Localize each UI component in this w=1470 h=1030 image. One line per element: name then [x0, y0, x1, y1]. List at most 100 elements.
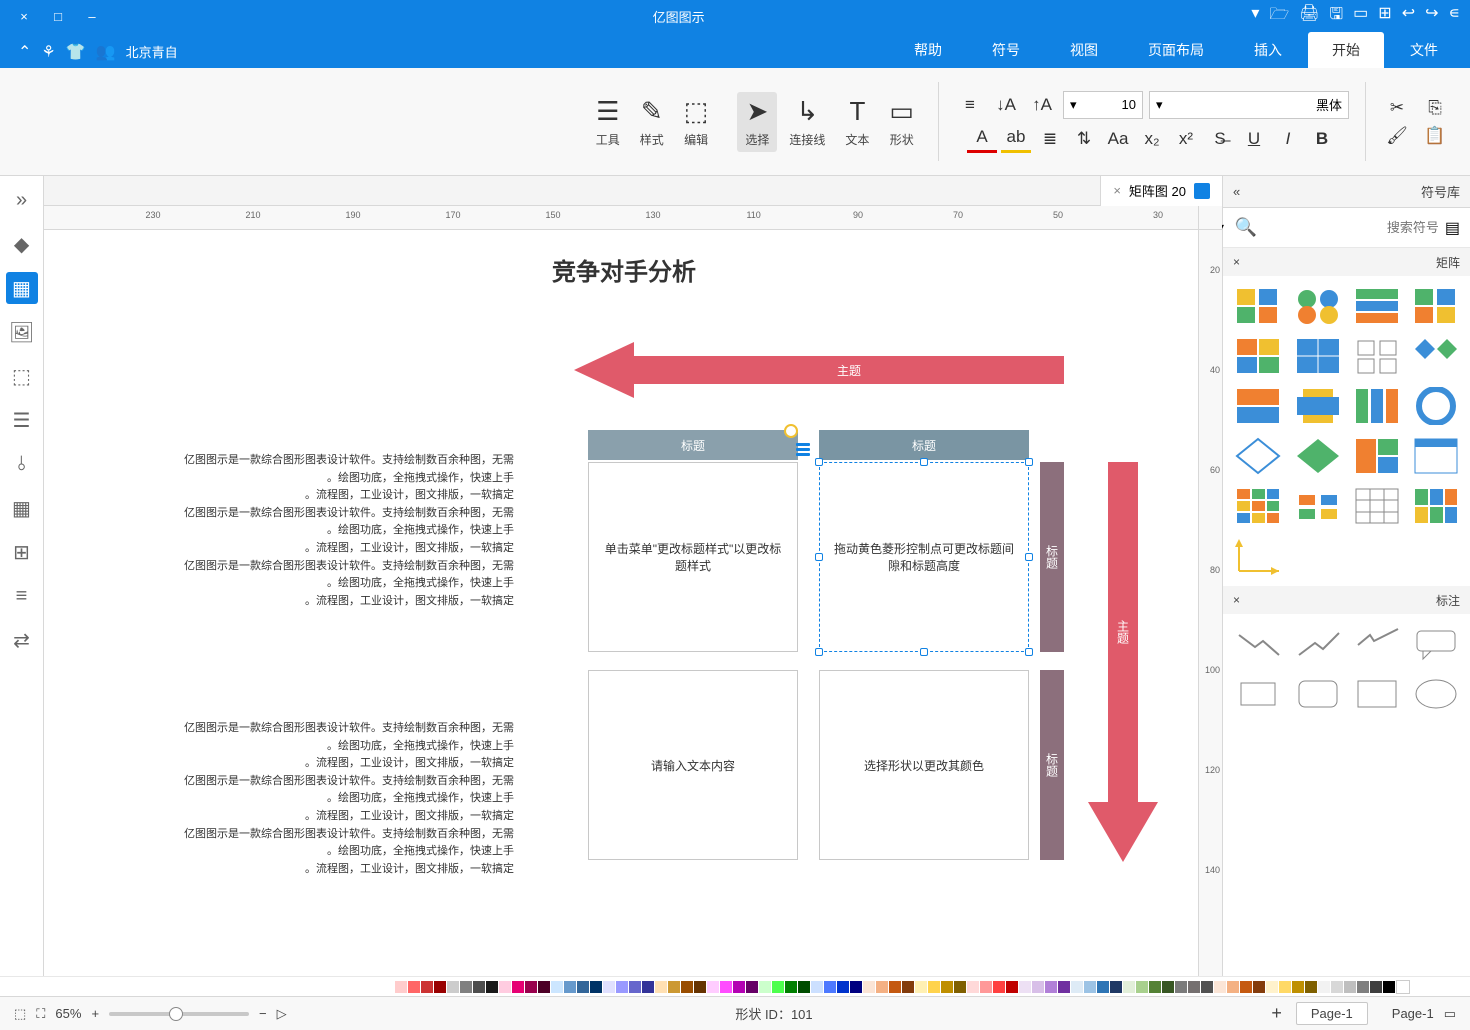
color-swatch[interactable]: [746, 981, 758, 993]
color-swatch[interactable]: [499, 981, 511, 993]
resize-handle[interactable]: [920, 648, 928, 656]
users-icon[interactable]: 👥: [96, 42, 116, 62]
shape-thumb[interactable]: [1232, 672, 1284, 716]
color-swatch[interactable]: [1279, 981, 1291, 993]
shape-thumb[interactable]: [1292, 384, 1344, 428]
color-swatch[interactable]: [902, 981, 914, 993]
zoom-value[interactable]: 65%: [55, 1006, 81, 1021]
zoom-out-button[interactable]: −: [259, 1006, 267, 1021]
image-icon[interactable]: 🖼: [6, 316, 38, 348]
color-swatch[interactable]: [447, 981, 459, 993]
export-icon[interactable]: 🖨: [1299, 3, 1319, 30]
shape-thumb[interactable]: [1232, 434, 1284, 478]
color-swatch[interactable]: [1344, 981, 1356, 993]
color-swatch[interactable]: [889, 981, 901, 993]
collapse-icon[interactable]: ⌃: [18, 42, 31, 62]
table-icon[interactable]: ▦: [6, 492, 38, 524]
color-swatch[interactable]: [1357, 981, 1369, 993]
color-swatch[interactable]: [1292, 981, 1304, 993]
color-swatch[interactable]: [1331, 981, 1343, 993]
color-swatch[interactable]: [1370, 981, 1382, 993]
tab-insert[interactable]: 插入: [1230, 32, 1306, 68]
color-swatch[interactable]: [1123, 981, 1135, 993]
shape-thumb[interactable]: [1351, 672, 1403, 716]
text-button[interactable]: T文本: [837, 92, 877, 152]
color-swatch[interactable]: [564, 981, 576, 993]
style-button[interactable]: ✎样式: [632, 92, 672, 152]
color-swatch[interactable]: [1383, 981, 1395, 993]
shape-thumb[interactable]: [1232, 284, 1284, 328]
color-swatch[interactable]: [876, 981, 888, 993]
save-icon[interactable]: 🖫: [1330, 3, 1344, 30]
color-swatch[interactable]: [460, 981, 472, 993]
view-mode-icon[interactable]: ▭: [1444, 1006, 1456, 1022]
shape-thumb[interactable]: [1410, 484, 1462, 528]
color-swatch[interactable]: [1149, 981, 1161, 993]
font-grow-icon[interactable]: A↑: [1027, 91, 1057, 119]
align-button[interactable]: ≡: [955, 91, 985, 119]
select-button[interactable]: ➤选择: [737, 92, 777, 152]
color-swatch[interactable]: [1136, 981, 1148, 993]
line-height-icon[interactable]: ⇅: [1069, 125, 1099, 153]
bold-icon[interactable]: B: [1307, 125, 1337, 153]
zoom-slider[interactable]: [109, 1012, 249, 1016]
shape-thumb[interactable]: [1292, 284, 1344, 328]
color-swatch[interactable]: [928, 981, 940, 993]
color-swatch[interactable]: [720, 981, 732, 993]
layers-icon[interactable]: ⬚: [6, 360, 38, 392]
color-swatch[interactable]: [1214, 981, 1226, 993]
tab-view[interactable]: 视图: [1046, 32, 1122, 68]
color-swatch[interactable]: [1266, 981, 1278, 993]
expand-icon[interactable]: «: [6, 184, 38, 216]
strike-icon[interactable]: S̶: [1205, 125, 1235, 153]
add-page-button[interactable]: +: [1261, 1003, 1292, 1024]
color-swatch[interactable]: [1227, 981, 1239, 993]
color-swatch[interactable]: [525, 981, 537, 993]
color-swatch[interactable]: [1032, 981, 1044, 993]
close-icon[interactable]: ×: [1233, 255, 1240, 269]
shape-thumb[interactable]: [1351, 484, 1403, 528]
close-icon[interactable]: ×: [1233, 593, 1240, 607]
account-label[interactable]: 北京青自: [126, 42, 178, 62]
font-color-icon[interactable]: A: [967, 125, 997, 153]
minimize-button[interactable]: –: [78, 9, 106, 24]
templates-icon[interactable]: ▦: [6, 272, 38, 304]
color-swatch[interactable]: [1019, 981, 1031, 993]
subscript-icon[interactable]: x₂: [1137, 125, 1167, 153]
shape-thumb[interactable]: [1232, 622, 1284, 666]
horizontal-arrow[interactable]: 主题: [574, 342, 1064, 398]
color-swatch[interactable]: [941, 981, 953, 993]
color-swatch[interactable]: [1084, 981, 1096, 993]
tools-button[interactable]: ☰工具: [588, 92, 628, 152]
shape-thumb[interactable]: [1232, 484, 1284, 528]
color-swatch[interactable]: [1175, 981, 1187, 993]
color-swatch[interactable]: [1253, 981, 1265, 993]
color-swatch[interactable]: [1058, 981, 1070, 993]
play-icon[interactable]: ▷: [277, 1006, 287, 1022]
shape-thumb[interactable]: [1232, 384, 1284, 428]
shape-thumb[interactable]: [1292, 484, 1344, 528]
underline-icon[interactable]: U: [1239, 125, 1269, 153]
color-swatch[interactable]: [1097, 981, 1109, 993]
col-header-2[interactable]: 标题: [588, 430, 798, 460]
tab-help[interactable]: 帮助: [890, 32, 966, 68]
resize-handle[interactable]: [1025, 553, 1033, 561]
resize-handle[interactable]: [815, 458, 823, 466]
color-swatch[interactable]: [512, 981, 524, 993]
category-matrix[interactable]: 矩阵: [1436, 254, 1460, 271]
canvas[interactable]: 竞争对手分析 主题 主题 标题: [44, 230, 1198, 976]
col-header-1[interactable]: 标题: [819, 430, 1029, 460]
color-swatch[interactable]: [733, 981, 745, 993]
highlight-icon[interactable]: ab: [1001, 125, 1031, 153]
box-b1[interactable]: 选择形状以更改其颜色: [819, 670, 1029, 860]
shape-thumb[interactable]: [1410, 284, 1462, 328]
cut-icon[interactable]: ✂: [1382, 94, 1412, 122]
color-swatch[interactable]: [1201, 981, 1213, 993]
text-block-1[interactable]: 亿图图示是一款综合图形图表设计软件。支持绘制数百余种图，无需绘图功底，全拖拽式操…: [184, 452, 514, 610]
color-swatch[interactable]: [1045, 981, 1057, 993]
shape-thumb[interactable]: [1292, 672, 1344, 716]
color-swatch[interactable]: [395, 981, 407, 993]
color-swatch[interactable]: [837, 981, 849, 993]
chevron-down-icon[interactable]: ▾: [1251, 3, 1259, 30]
tab-layout[interactable]: 页面布局: [1124, 32, 1228, 68]
